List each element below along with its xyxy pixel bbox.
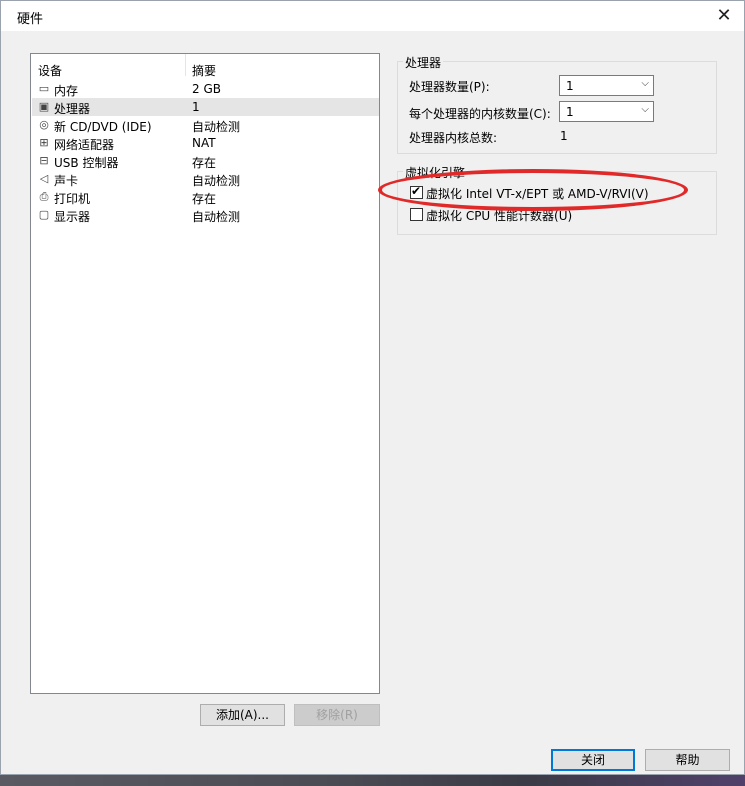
device-summary: 自动检测 [192,120,241,134]
processor-icon: ▣ [38,100,50,113]
device-row-processor[interactable]: ▣ 处理器 1 [32,98,379,116]
device-summary: 存在 [192,192,217,206]
device-summary: 1 [192,100,200,114]
network-adapter-icon: ⊞ [39,136,49,149]
device-name: 显示器 [54,210,91,224]
cores-per-processor-select[interactable]: 1 ⌵ [559,101,654,122]
device-summary: 自动检测 [192,210,241,224]
device-name: 声卡 [54,174,79,188]
add-button[interactable]: 添加(A)... [200,704,285,726]
device-row-usb[interactable]: ⊟ USB 控制器 存在 [32,152,379,170]
cpu-perf-counter-checkbox[interactable] [410,208,423,221]
device-name: 处理器 [54,102,91,116]
device-summary: 自动检测 [192,174,241,188]
total-cores-value: 1 [560,129,568,143]
chevron-down-icon: ⌵ [641,78,649,89]
device-list[interactable]: 设备 摘要 ▭ 内存 2 GB ▣ 处理器 1 ◎ 新 CD/DVD (IDE) 自动检测 ⊞ 网络… [30,53,380,694]
close-icon[interactable]: ✕ [713,5,735,27]
device-summary: 2 GB [192,82,221,96]
window-title: 硬件 [17,12,44,27]
memory-icon: ▭ [38,82,50,95]
device-name: 新 CD/DVD (IDE) [54,120,152,134]
printer-icon: ⎙ [39,190,49,203]
device-row-memory[interactable]: ▭ 内存 2 GB [32,80,379,98]
device-name: 内存 [54,84,79,98]
cd-dvd-icon: ◎ [39,118,49,131]
close-button[interactable]: 关闭 [551,749,635,771]
device-row-cd-dvd[interactable]: ◎ 新 CD/DVD (IDE) 自动检测 [32,116,379,134]
column-header-device[interactable]: 设备 [38,62,62,79]
display-icon: ▢ [38,208,50,221]
help-button[interactable]: 帮助 [645,749,730,771]
device-summary: NAT [192,136,216,150]
device-name: 网络适配器 [54,138,115,152]
processor-count-select[interactable]: 1 ⌵ [559,75,654,96]
column-header-summary[interactable]: 摘要 [192,62,216,79]
processor-group-title: 处理器 [403,54,444,71]
chevron-down-icon: ⌵ [641,104,649,115]
device-list-header: 设备 摘要 [31,54,379,80]
device-row-printer[interactable]: ⎙ 打印机 存在 [32,188,379,206]
usb-icon: ⊟ [39,154,49,167]
device-row-network-adapter[interactable]: ⊞ 网络适配器 NAT [32,134,379,152]
title-bar: 硬件 ✕ [1,1,744,31]
cores-per-processor-label: 每个处理器的内核数量(C): [409,107,551,121]
device-name: USB 控制器 [54,156,119,170]
annotation-highlight-ring [378,169,688,211]
device-name: 打印机 [54,192,91,206]
processor-count-label: 处理器数量(P): [409,80,490,94]
total-cores-label: 处理器内核总数: [409,131,498,145]
device-row-display[interactable]: ▢ 显示器 自动检测 [32,206,379,224]
sound-card-icon: ◁ [39,172,49,185]
cores-per-processor-value: 1 [566,105,574,119]
processor-count-value: 1 [566,79,574,93]
hardware-dialog: 硬件 ✕ 设备 摘要 ▭ 内存 2 GB ▣ 处理器 1 ◎ 新 CD/DVD (IDE) 自动… [0,0,745,775]
remove-button[interactable]: 移除(R) [294,704,380,726]
device-summary: 存在 [192,156,217,170]
device-row-sound-card[interactable]: ◁ 声卡 自动检测 [32,170,379,188]
column-divider[interactable] [185,54,186,76]
